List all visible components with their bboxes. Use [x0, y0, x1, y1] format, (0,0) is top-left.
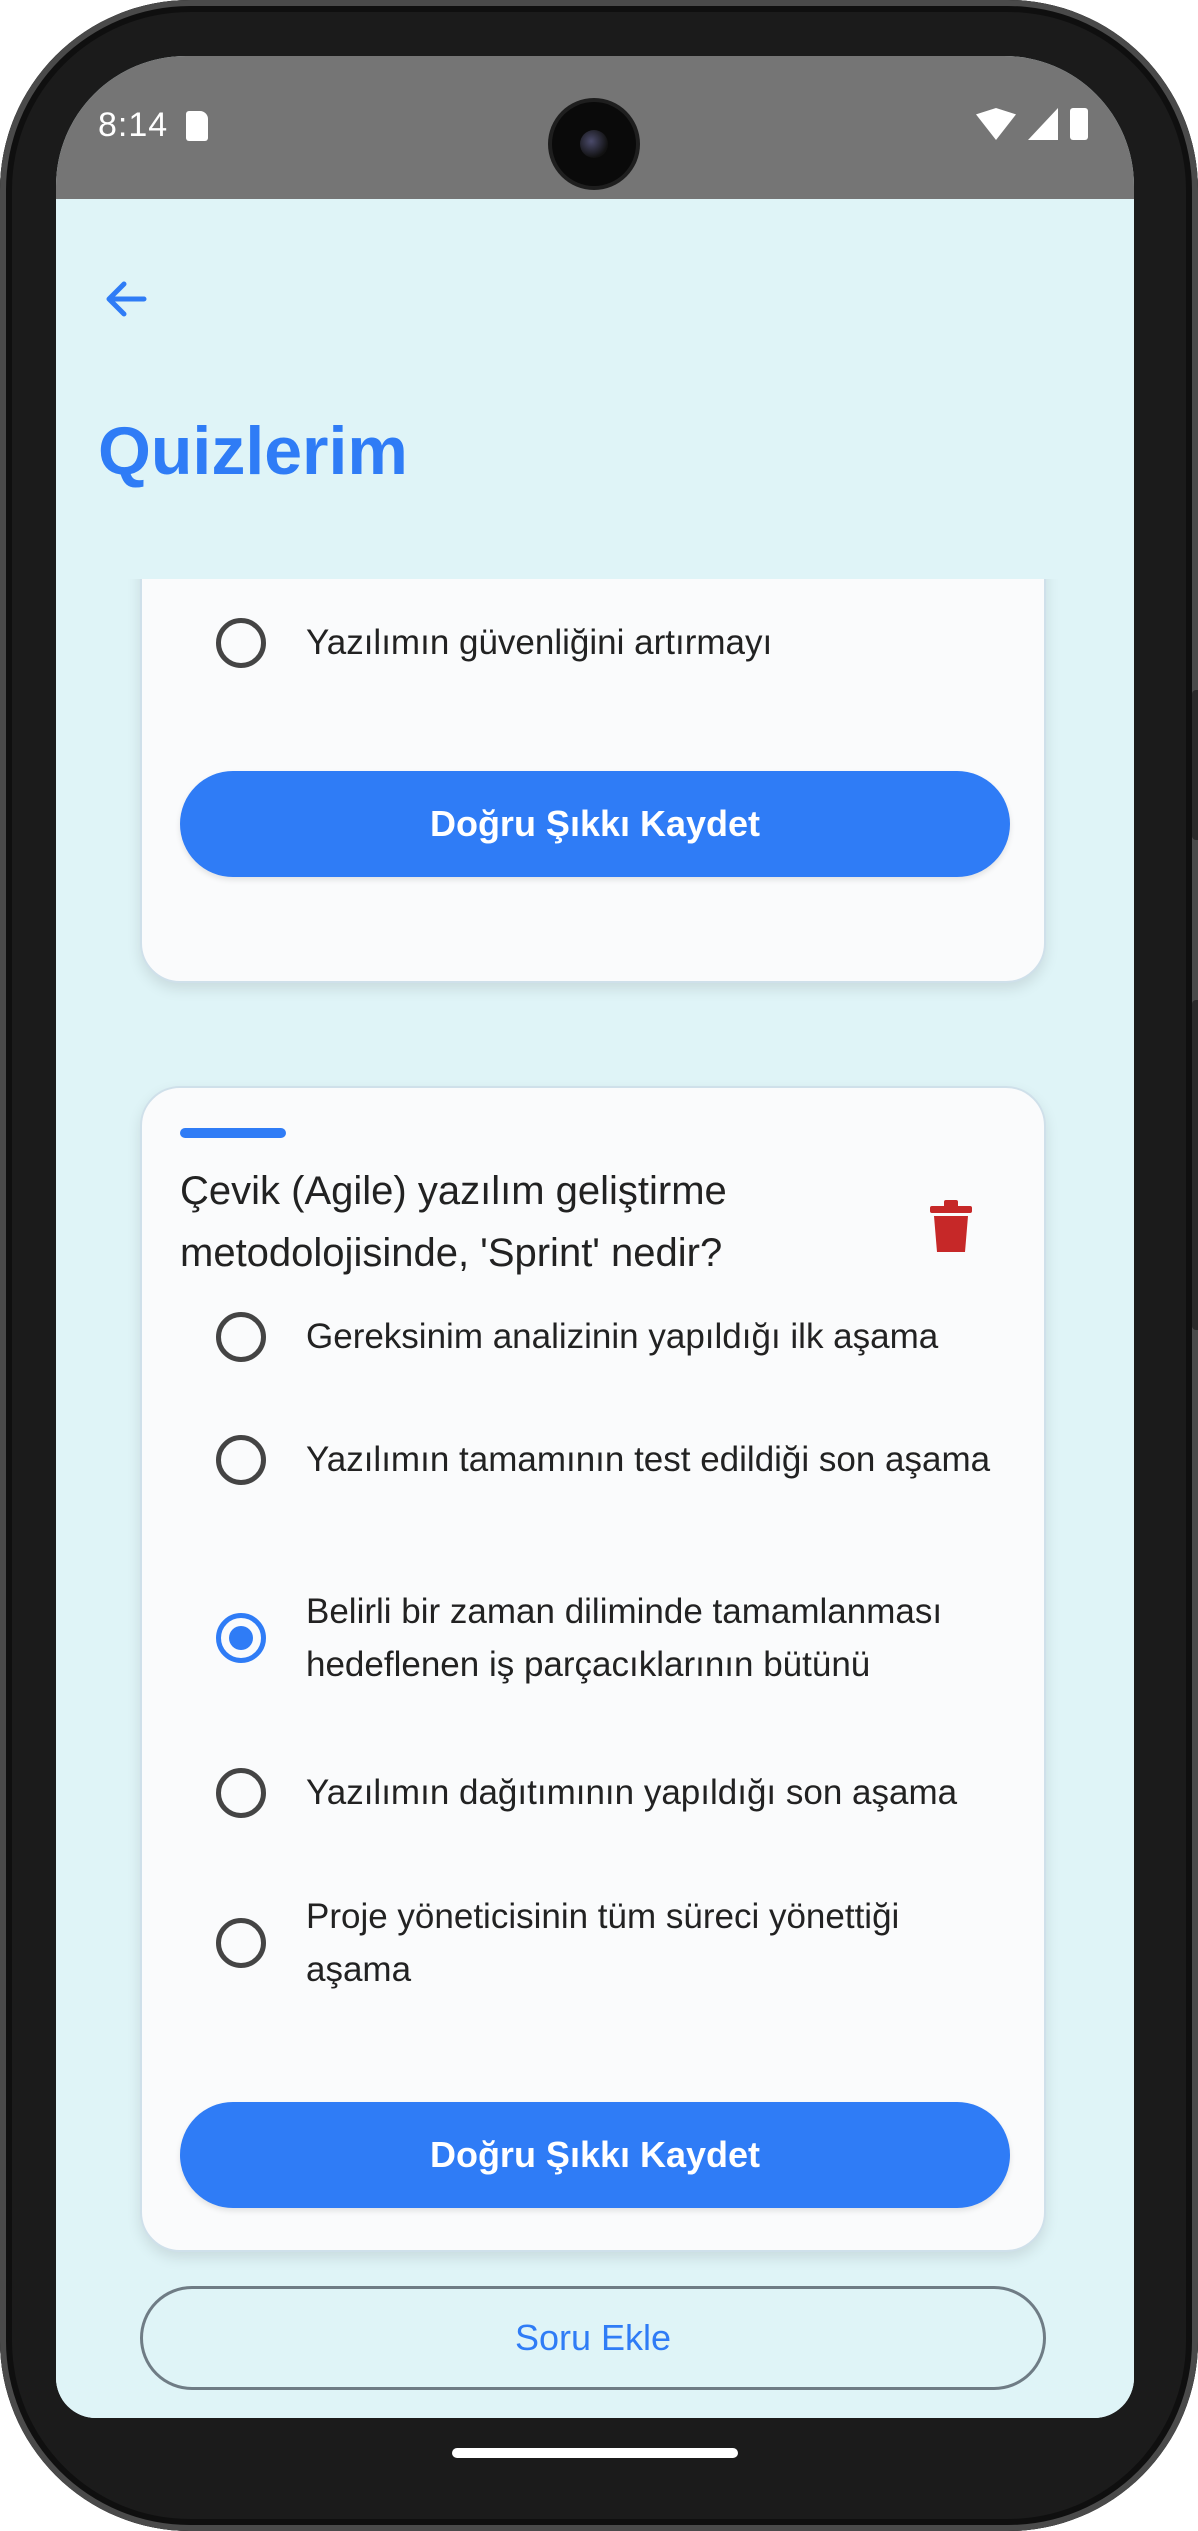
radio-button[interactable]	[216, 617, 266, 668]
arrow-left-icon[interactable]	[96, 269, 156, 329]
answer-option[interactable]: Yazılımın dağıtımının yapıldığı son aşam…	[180, 1766, 1010, 1819]
power-button	[1192, 1000, 1198, 1330]
answer-option[interactable]: Belirli bir zaman diliminde tamamlanması…	[180, 1585, 1010, 1691]
front-camera	[552, 102, 636, 186]
page-title: Quizlerim	[98, 413, 408, 489]
radio-button[interactable]	[216, 1434, 266, 1485]
phone-frame: 8:14 Quizlerim Yazılımın güvenliğini art…	[0, 0, 1198, 2531]
volume-button	[1192, 690, 1198, 840]
answer-option[interactable]: Yazılımın güvenliğini artırmayı	[180, 616, 1010, 669]
add-question-button[interactable]: Soru Ekle	[140, 2286, 1046, 2390]
answer-option[interactable]: Gereksinim analizinin yapıldığı ilk aşam…	[180, 1310, 1010, 1363]
radio-button[interactable]	[216, 1311, 266, 1362]
card-accent-bar	[180, 1128, 286, 1138]
trash-icon[interactable]	[930, 1200, 972, 1252]
answer-option[interactable]: Proje yöneticisinin tüm süreci yönettiği…	[180, 1890, 1010, 1996]
status-icons	[976, 108, 1088, 140]
save-correct-answer-button[interactable]: Doğru Şıkkı Kaydet	[180, 2102, 1010, 2208]
quiz-screen: Quizlerim Yazılımın güvenliğini artırmay…	[56, 199, 1134, 2418]
screen: 8:14 Quizlerim Yazılımın güvenliğini art…	[56, 56, 1134, 2418]
answer-option-label: Yazılımın güvenliğini artırmayı	[306, 623, 773, 662]
save-correct-answer-button[interactable]: Doğru Şıkkı Kaydet	[180, 771, 1010, 877]
home-indicator[interactable]	[452, 2448, 738, 2458]
battery-icon	[1070, 108, 1088, 140]
status-time: 8:14	[98, 106, 169, 144]
question-text: Çevik (Agile) yazılım geliştirme metodol…	[180, 1169, 727, 1275]
radio-button[interactable]	[216, 1767, 266, 1818]
status-bar: 8:14	[56, 56, 1134, 199]
answer-option-label: Proje yöneticisinin tüm süreci yönettiği…	[306, 1897, 900, 1989]
question-card: Çevik (Agile) yazılım geliştirme metodol…	[140, 1086, 1046, 2252]
answer-option-label: Yazılımın dağıtımının yapıldığı son aşam…	[306, 1773, 958, 1812]
answer-option-label: Yazılımın tamamının test edildiği son aş…	[306, 1440, 991, 1479]
answer-option-label: Belirli bir zaman diliminde tamamlanması…	[306, 1592, 943, 1684]
radio-button-selected[interactable]	[216, 1613, 266, 1663]
sd-card-icon	[186, 111, 208, 141]
radio-button[interactable]	[216, 1918, 266, 1968]
question-card: Yazılımın güvenliğini artırmayı Doğru Şı…	[140, 579, 1046, 983]
wifi-icon	[976, 108, 1016, 140]
answer-option-label: Gereksinim analizinin yapıldığı ilk aşam…	[306, 1317, 939, 1356]
question-list[interactable]: Yazılımın güvenliğini artırmayı Doğru Şı…	[56, 579, 1134, 2418]
signal-icon	[1028, 108, 1058, 140]
answer-option[interactable]: Yazılımın tamamının test edildiği son aş…	[180, 1433, 1010, 1486]
